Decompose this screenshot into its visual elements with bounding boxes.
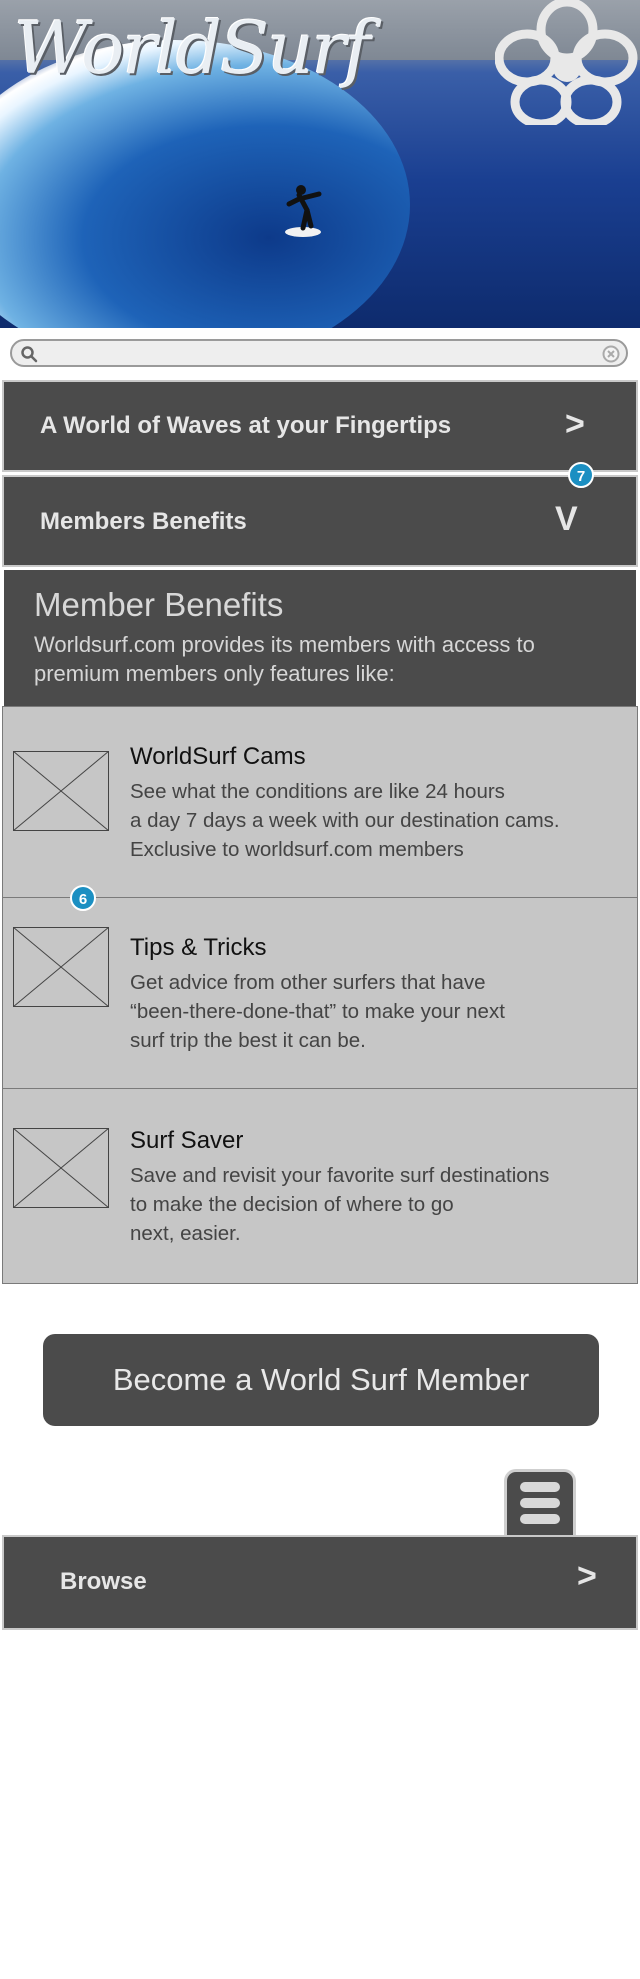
annotation-badge: 7 [568, 462, 594, 488]
benefit-item-title: Surf Saver [130, 1127, 244, 1154]
benefit-item-title: Tips & Tricks [130, 934, 267, 961]
benefits-description: Worldsurf.com provides its members with … [34, 632, 535, 686]
chevron-right-icon: > [577, 1557, 597, 1595]
benefit-item-description: Save and revisit your favorite surf dest… [130, 1161, 640, 1248]
image-placeholder-icon [13, 927, 109, 1007]
description-line: surf trip the best it can be. [130, 1029, 366, 1052]
nav-fingertips-label: A World of Waves at your Fingertips [40, 412, 452, 439]
image-placeholder-icon [13, 751, 109, 831]
search-input[interactable] [10, 339, 628, 367]
browse-bar[interactable]: Browse > [2, 1535, 638, 1630]
image-placeholder-icon [13, 1128, 109, 1208]
benefit-item-description: See what the conditions are like 24 hour… [130, 777, 640, 864]
become-member-button[interactable]: Become a World Surf Member [43, 1334, 599, 1426]
description-line: Exclusive to worldsurf.com members [130, 838, 464, 861]
benefit-item-tips[interactable]: Tips & Tricks Get advice from other surf… [2, 897, 638, 1089]
description-line: a day 7 days a week with our destination… [130, 809, 560, 832]
menu-handle[interactable] [504, 1469, 576, 1535]
browse-label: Browse [60, 1568, 147, 1595]
description-line: Get advice from other surfers that have [130, 971, 486, 994]
benefit-item-saver[interactable]: Surf Saver Save and revisit your favorit… [2, 1088, 638, 1284]
benefit-item-description: Get advice from other surfers that have … [130, 968, 640, 1055]
benefit-item-cams[interactable]: WorldSurf Cams See what the conditions a… [2, 706, 638, 898]
clear-icon[interactable] [602, 345, 620, 363]
surfer-figure [285, 185, 322, 237]
description-line: to make the decision of where to go [130, 1193, 454, 1216]
hibiscus-icon [495, 0, 638, 125]
chevron-down-icon: V [555, 500, 578, 538]
logo[interactable]: WorldSurf [14, 6, 371, 90]
nav-members-benefits-bar[interactable]: Members Benefits V [2, 475, 638, 567]
nav-fingertips-bar[interactable]: A World of Waves at your Fingertips > [2, 380, 638, 472]
description-line: next, easier. [130, 1222, 241, 1245]
description-line: Save and revisit your favorite surf dest… [130, 1164, 550, 1187]
search-icon [21, 346, 38, 363]
annotation-badge: 6 [70, 885, 96, 911]
description-line: See what the conditions are like 24 hour… [130, 780, 505, 803]
chevron-right-icon: > [565, 405, 585, 443]
benefits-title: Member Benefits [34, 586, 284, 623]
menu-icon [520, 1482, 560, 1524]
nav-members-label: Members Benefits [40, 508, 247, 535]
benefit-item-title: WorldSurf Cams [130, 743, 306, 770]
description-line: “been-there-done-that” to make your next [130, 1000, 505, 1023]
